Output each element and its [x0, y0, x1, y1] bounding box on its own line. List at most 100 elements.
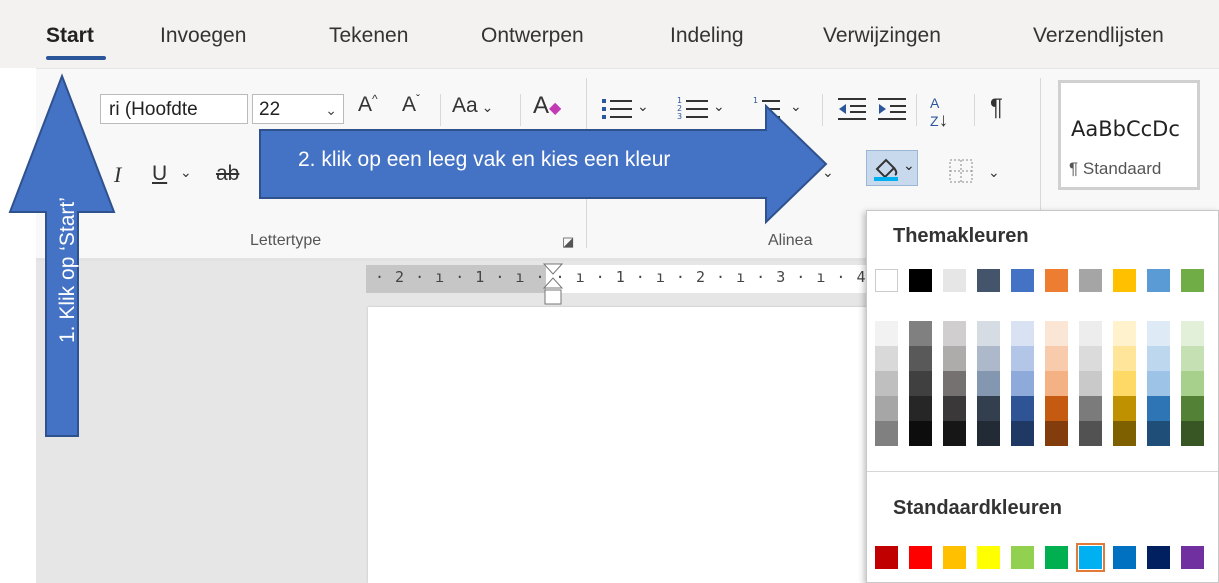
- decrease-indent-icon[interactable]: [836, 96, 868, 122]
- theme-color-shade[interactable]: [1113, 396, 1136, 421]
- font-name-field[interactable]: ri (Hoofdte: [100, 94, 248, 124]
- theme-color-shade[interactable]: [943, 421, 966, 446]
- theme-color-shade[interactable]: [1147, 346, 1170, 371]
- tab-tekenen[interactable]: Tekenen: [329, 24, 408, 48]
- strikethrough-icon[interactable]: ab: [216, 162, 239, 186]
- style-normal-card[interactable]: AaBbCcDc ¶ Standaard: [1058, 80, 1200, 190]
- tab-invoegen[interactable]: Invoegen: [160, 24, 246, 48]
- theme-color-swatch[interactable]: [1045, 269, 1068, 292]
- theme-color-shade[interactable]: [977, 371, 1000, 396]
- theme-color-shade[interactable]: [1113, 346, 1136, 371]
- theme-color-shade[interactable]: [977, 396, 1000, 421]
- theme-color-shade[interactable]: [1147, 371, 1170, 396]
- ruler-ticks: · 2 · ı · 1 · ı · · ı · 1 · ı · 2 · ı · …: [375, 268, 867, 286]
- document-page[interactable]: [368, 307, 868, 583]
- standard-color-swatch[interactable]: [1045, 546, 1068, 569]
- standard-color-swatch[interactable]: [1181, 546, 1204, 569]
- theme-color-swatch[interactable]: [1011, 269, 1034, 292]
- theme-color-shade[interactable]: [1147, 396, 1170, 421]
- theme-color-swatch[interactable]: [977, 269, 1000, 292]
- theme-color-shade[interactable]: [1181, 346, 1204, 371]
- borders-icon[interactable]: [948, 158, 974, 184]
- theme-color-shade[interactable]: [1045, 346, 1068, 371]
- theme-color-shade[interactable]: [909, 421, 932, 446]
- theme-color-shade[interactable]: [875, 346, 898, 371]
- theme-color-shade[interactable]: [909, 346, 932, 371]
- theme-color-shade[interactable]: [1045, 321, 1068, 346]
- indent-marker-icon[interactable]: [542, 262, 564, 308]
- standard-color-swatch[interactable]: [1147, 546, 1170, 569]
- theme-color-shade[interactable]: [977, 346, 1000, 371]
- theme-color-shade[interactable]: [1113, 321, 1136, 346]
- theme-color-shade[interactable]: [943, 396, 966, 421]
- theme-color-column: [1181, 321, 1204, 446]
- theme-color-shade[interactable]: [909, 321, 932, 346]
- theme-color-shade[interactable]: [943, 371, 966, 396]
- theme-color-shade[interactable]: [875, 371, 898, 396]
- theme-color-shade[interactable]: [1045, 396, 1068, 421]
- standard-color-swatch[interactable]: [1011, 546, 1034, 569]
- theme-color-shade[interactable]: [875, 321, 898, 346]
- chevron-down-icon[interactable]: ⌄: [988, 164, 1000, 181]
- standard-color-swatch[interactable]: [943, 546, 966, 569]
- theme-color-column: [1045, 321, 1068, 446]
- theme-color-shade[interactable]: [1079, 371, 1102, 396]
- theme-color-shade[interactable]: [1181, 321, 1204, 346]
- theme-color-swatch[interactable]: [875, 269, 898, 292]
- standard-color-swatch[interactable]: [1076, 543, 1105, 572]
- theme-color-shade[interactable]: [1181, 396, 1204, 421]
- theme-color-swatch[interactable]: [909, 269, 932, 292]
- theme-color-shade[interactable]: [1113, 421, 1136, 446]
- theme-color-swatch[interactable]: [1113, 269, 1136, 292]
- theme-color-shade[interactable]: [977, 321, 1000, 346]
- theme-color-shade[interactable]: [977, 421, 1000, 446]
- theme-color-shade[interactable]: [875, 396, 898, 421]
- theme-color-shade[interactable]: [909, 371, 932, 396]
- theme-color-shade[interactable]: [1011, 321, 1034, 346]
- theme-color-shade[interactable]: [1147, 321, 1170, 346]
- theme-color-shade[interactable]: [1045, 371, 1068, 396]
- theme-color-shade[interactable]: [1147, 421, 1170, 446]
- theme-color-shade[interactable]: [1181, 421, 1204, 446]
- show-paragraph-marks-icon[interactable]: ¶: [990, 94, 1003, 122]
- theme-color-column: [943, 321, 966, 446]
- theme-color-shade[interactable]: [1079, 346, 1102, 371]
- dialog-launcher-icon[interactable]: ◪: [562, 234, 574, 250]
- theme-color-swatch[interactable]: [943, 269, 966, 292]
- tab-start[interactable]: Start: [46, 24, 94, 48]
- theme-color-shade[interactable]: [1045, 421, 1068, 446]
- standard-color-swatch[interactable]: [1113, 546, 1136, 569]
- theme-color-shade[interactable]: [1011, 421, 1034, 446]
- tab-ontwerpen[interactable]: Ontwerpen: [481, 24, 584, 48]
- theme-color-shade[interactable]: [1011, 371, 1034, 396]
- theme-color-shade[interactable]: [1079, 421, 1102, 446]
- underline-icon[interactable]: U: [152, 162, 167, 186]
- tab-verwijzingen[interactable]: Verwijzingen: [823, 24, 941, 48]
- theme-color-shade[interactable]: [943, 346, 966, 371]
- standard-colors-heading: Standaardkleuren: [893, 497, 1062, 519]
- theme-color-shade[interactable]: [1079, 396, 1102, 421]
- tab-indeling[interactable]: Indeling: [670, 24, 744, 48]
- theme-color-swatch[interactable]: [1079, 269, 1102, 292]
- theme-color-swatch[interactable]: [1147, 269, 1170, 292]
- active-tab-indicator: [46, 56, 106, 60]
- chevron-down-icon[interactable]: ⌄: [180, 164, 192, 181]
- theme-color-column: [909, 321, 932, 446]
- sort-icon[interactable]: A Z↓: [930, 94, 948, 130]
- theme-color-shade[interactable]: [909, 396, 932, 421]
- theme-color-shade[interactable]: [1079, 321, 1102, 346]
- theme-color-shade[interactable]: [943, 321, 966, 346]
- tab-verzendlijsten[interactable]: Verzendlijsten: [1033, 24, 1164, 48]
- standard-color-swatch[interactable]: [909, 546, 932, 569]
- theme-color-shade[interactable]: [1011, 396, 1034, 421]
- standard-color-swatch[interactable]: [977, 546, 1000, 569]
- theme-color-shade[interactable]: [1113, 371, 1136, 396]
- theme-color-swatch[interactable]: [1181, 269, 1204, 292]
- shading-button[interactable]: ⌄: [866, 150, 918, 186]
- standard-color-swatch[interactable]: [875, 546, 898, 569]
- theme-color-shade[interactable]: [1181, 371, 1204, 396]
- annotation-step2: 2. klik op een leeg vak en kies een kleu…: [298, 148, 671, 171]
- theme-color-shade[interactable]: [1011, 346, 1034, 371]
- theme-color-shade[interactable]: [875, 421, 898, 446]
- increase-indent-icon[interactable]: [876, 96, 908, 122]
